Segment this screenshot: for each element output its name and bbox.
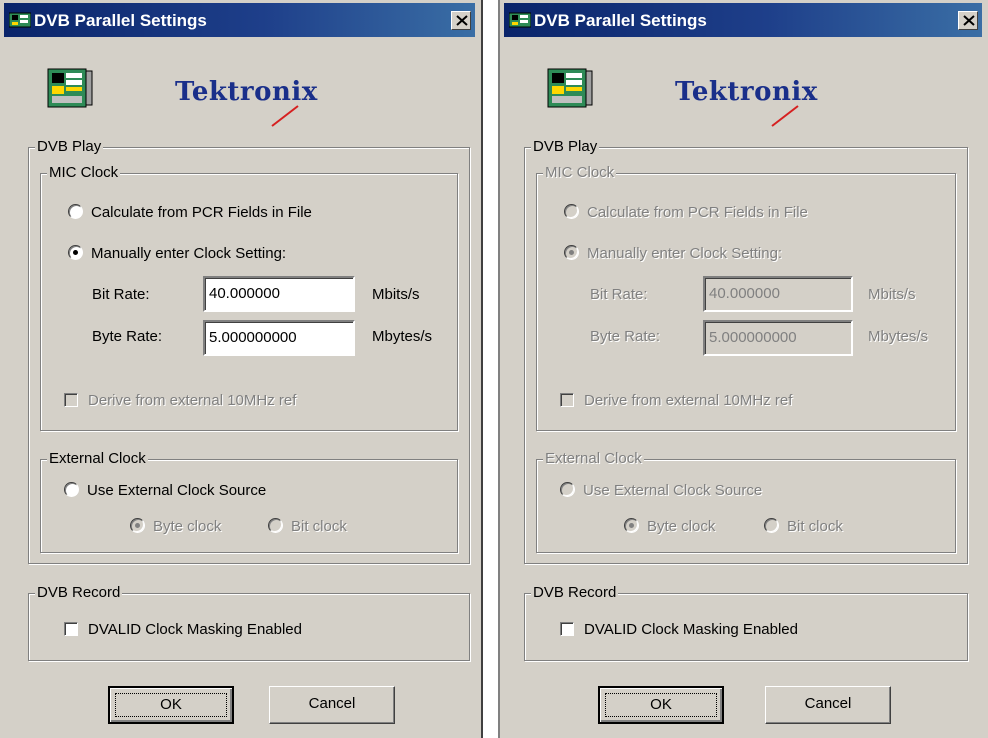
close-icon <box>456 15 468 26</box>
window-title: DVB Parallel Settings <box>534 11 707 30</box>
use-external-clock-radio[interactable]: Use External Clock Source <box>560 481 762 501</box>
circuit-card-icon <box>547 68 593 108</box>
radio-selected-dot <box>135 523 140 528</box>
radio-indicator[interactable] <box>624 518 639 533</box>
use-external-clock-label: Use External Clock Source <box>87 482 267 499</box>
dvalid-masking-checkbox[interactable]: DVALID Clock Masking Enabled <box>560 620 798 640</box>
cancel-button[interactable]: Cancel <box>765 686 891 724</box>
manual-entry-label: Manually enter Clock Setting: <box>587 245 783 262</box>
bit-rate-label: Bit Rate: <box>590 286 648 303</box>
checkbox-box[interactable] <box>64 393 78 407</box>
ok-button[interactable]: OK <box>598 686 724 724</box>
manual-entry-label: Manually enter Clock Setting: <box>91 245 287 262</box>
radio-selected-dot <box>629 523 634 528</box>
dvalid-masking-label: DVALID Clock Masking Enabled <box>88 621 302 638</box>
radio-indicator[interactable] <box>68 245 83 260</box>
checkbox-box[interactable] <box>560 622 574 636</box>
derive-ext-ref-label: Derive from external 10MHz ref <box>584 392 793 409</box>
byte-rate-unit: Mbytes/s <box>868 328 929 345</box>
byte-clock-label: Byte clock <box>153 518 222 535</box>
calc-from-pcr-radio[interactable]: Calculate from PCR Fields in File <box>68 203 312 223</box>
dvalid-masking-label: DVALID Clock Masking Enabled <box>584 621 798 638</box>
radio-indicator[interactable] <box>68 204 83 219</box>
mic-clock-label: MIC Clock <box>543 163 617 183</box>
dvb-record-label: DVB Record <box>531 583 619 603</box>
checkbox-box[interactable] <box>64 622 78 636</box>
title-bar[interactable]: DVB Parallel Settings <box>504 3 982 37</box>
close-button[interactable] <box>451 11 471 30</box>
cancel-button[interactable]: Cancel <box>269 686 395 724</box>
radio-indicator[interactable] <box>130 518 145 533</box>
bit-clock-label: Bit clock <box>291 518 347 535</box>
external-clock-group: External Clock <box>536 449 956 553</box>
app-card-icon <box>9 12 31 28</box>
cancel-label: Cancel <box>308 695 356 712</box>
ok-label: OK <box>650 696 672 713</box>
byte-clock-radio[interactable]: Byte clock <box>624 517 715 537</box>
calc-from-pcr-label: Calculate from PCR Fields in File <box>91 204 312 221</box>
ok-label: OK <box>160 696 182 713</box>
dvalid-masking-checkbox[interactable]: DVALID Clock Masking Enabled <box>64 620 302 640</box>
manual-entry-radio[interactable]: Manually enter Clock Setting: <box>564 244 782 264</box>
byte-rate-label: Byte Rate: <box>590 328 661 345</box>
radio-indicator[interactable] <box>564 245 579 260</box>
bit-rate-label: Bit Rate: <box>92 286 150 303</box>
mic-clock-label: MIC Clock <box>47 163 121 183</box>
dialog-disabled: DVB Parallel Settings Tektronix DVB Play… <box>498 0 988 738</box>
bit-rate-input[interactable]: 40.000000 <box>703 276 853 312</box>
derive-ext-ref-checkbox[interactable]: Derive from external 10MHz ref <box>560 391 792 411</box>
calc-from-pcr-radio[interactable]: Calculate from PCR Fields in File <box>564 203 808 223</box>
logo-slash-icon <box>271 105 299 127</box>
byte-clock-label: Byte clock <box>647 518 716 535</box>
byte-rate-input[interactable]: 5.000000000 <box>203 320 355 356</box>
bit-rate-unit: Mbits/s <box>868 286 916 303</box>
external-clock-group: External Clock <box>40 449 458 553</box>
checkbox-box[interactable] <box>560 393 574 407</box>
cancel-label: Cancel <box>804 695 852 712</box>
ok-button[interactable]: OK <box>108 686 234 724</box>
derive-ext-ref-checkbox[interactable]: Derive from external 10MHz ref <box>64 391 296 411</box>
dvb-record-label: DVB Record <box>35 583 123 603</box>
logo-slash-icon <box>771 105 799 127</box>
radio-indicator[interactable] <box>560 482 575 497</box>
calc-from-pcr-label: Calculate from PCR Fields in File <box>587 204 808 221</box>
close-button[interactable] <box>958 11 978 30</box>
panel-separator <box>483 0 498 738</box>
bit-rate-input[interactable]: 40.000000 <box>203 276 355 312</box>
bit-clock-label: Bit clock <box>787 518 843 535</box>
byte-rate-input[interactable]: 5.000000000 <box>703 320 853 356</box>
external-clock-label: External Clock <box>47 449 148 469</box>
dvb-play-label: DVB Play <box>531 137 600 157</box>
title-bar[interactable]: DVB Parallel Settings <box>4 3 475 37</box>
close-icon <box>963 15 975 26</box>
derive-ext-ref-label: Derive from external 10MHz ref <box>88 392 297 409</box>
use-external-clock-label: Use External Clock Source <box>583 482 763 499</box>
dvb-play-label: DVB Play <box>35 137 104 157</box>
radio-indicator[interactable] <box>268 518 283 533</box>
radio-indicator[interactable] <box>64 482 79 497</box>
byte-rate-label: Byte Rate: <box>92 328 163 345</box>
app-card-icon <box>509 12 531 28</box>
radio-indicator[interactable] <box>564 204 579 219</box>
bit-clock-radio[interactable]: Bit clock <box>268 517 347 537</box>
dialog-enabled: DVB Parallel Settings Tektronix DVB Play… <box>0 0 483 738</box>
use-external-clock-radio[interactable]: Use External Clock Source <box>64 481 266 501</box>
external-clock-label: External Clock <box>543 449 644 469</box>
byte-rate-unit: Mbytes/s <box>372 328 433 345</box>
bit-clock-radio[interactable]: Bit clock <box>764 517 843 537</box>
bit-rate-unit: Mbits/s <box>372 286 420 303</box>
tektronix-logo: Tektronix <box>675 77 818 107</box>
window-title: DVB Parallel Settings <box>34 11 207 30</box>
manual-entry-radio[interactable]: Manually enter Clock Setting: <box>68 244 286 264</box>
radio-selected-dot <box>73 250 78 255</box>
tektronix-logo: Tektronix <box>175 77 318 107</box>
radio-selected-dot <box>569 250 574 255</box>
byte-clock-radio[interactable]: Byte clock <box>130 517 221 537</box>
radio-indicator[interactable] <box>764 518 779 533</box>
circuit-card-icon <box>47 68 93 108</box>
